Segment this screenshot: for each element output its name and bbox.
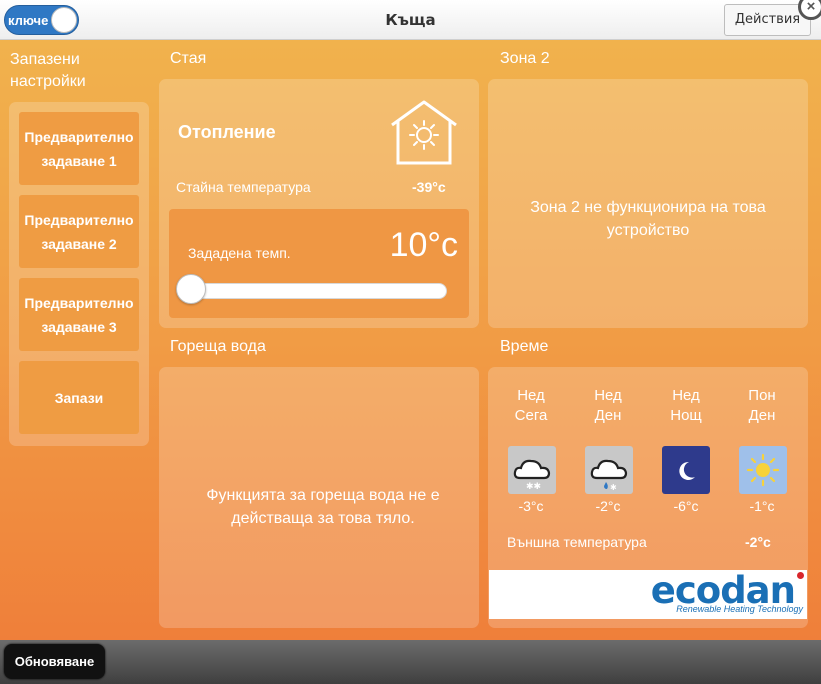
weather-period: Ден	[748, 407, 776, 424]
room-title: Стая	[170, 50, 207, 67]
setpoint-slider-handle[interactable]	[176, 274, 206, 304]
outside-temperature-label: Външна температура	[507, 534, 647, 550]
setpoint-label: Зададена темп.	[188, 245, 291, 261]
registered-mark-icon	[797, 572, 804, 579]
weather-day: Нед	[672, 387, 700, 404]
room-temperature-label: Стайна температура	[176, 179, 311, 195]
weather-column-2: Нед Ден	[577, 386, 639, 426]
cloud-snow-icon: ✱✱	[508, 446, 556, 494]
save-button[interactable]: Запази	[19, 361, 139, 434]
setpoint-box: Зададена темп. 10°c	[169, 209, 469, 318]
zone2-message: Зона 2 не функционира на това устройство	[530, 199, 766, 239]
weather-temp-2: -2°c	[595, 498, 621, 514]
weather-temp-1: -3°c	[518, 498, 544, 514]
cloud-sleet-icon: ✱	[585, 446, 633, 494]
weather-period: Сега	[514, 407, 548, 424]
hot-water-message: Функцията за гореща вода не е действаща …	[206, 487, 440, 527]
weather-column-3: Нед Нощ	[655, 386, 717, 426]
weather-day: Нед	[517, 387, 545, 404]
heating-label: Отопление	[178, 122, 276, 142]
weather-day: Нед	[594, 387, 622, 404]
brand-tagline: Renewable Heating Technology	[676, 604, 803, 614]
bottom-bar: Обновяване	[0, 640, 821, 684]
weather-column-4: Пон Ден	[731, 386, 793, 426]
page-title: Къща	[385, 11, 436, 29]
weather-temp-3: -6°c	[673, 498, 699, 514]
preset-2-button[interactable]: Предварително задаване 2	[19, 195, 139, 268]
hot-water-title: Гореща вода	[170, 338, 266, 355]
refresh-button[interactable]: Обновяване	[4, 644, 105, 679]
zone2-title: Зона 2	[500, 50, 550, 67]
setpoint-slider-track[interactable]	[183, 283, 447, 299]
outside-temperature-value: -2°c	[745, 534, 771, 550]
saved-settings-title: Запазени настройки	[10, 51, 86, 90]
weather-period: Ден	[594, 407, 622, 424]
sun-icon	[739, 446, 787, 494]
weather-column-1: Нед Сега	[500, 386, 562, 426]
main-panel: Запазени настройки Предварително задаван…	[0, 40, 821, 640]
weather-title: Време	[500, 338, 549, 355]
room-temperature-value: -39°c	[412, 179, 446, 195]
moon-icon	[662, 446, 710, 494]
setpoint-value: 10°c	[389, 226, 458, 264]
ecodan-logo: ecodan Renewable Heating Technology	[489, 569, 807, 619]
weather-day: Пон	[748, 387, 776, 404]
top-bar: ключе Къща Действия	[0, 0, 821, 40]
svg-text:✱✱: ✱✱	[526, 482, 541, 492]
weather-temp-4: -1°c	[749, 498, 775, 514]
weather-period: Нощ	[670, 407, 702, 424]
svg-text:✱: ✱	[610, 483, 617, 492]
preset-3-button[interactable]: Предварително задаване 3	[19, 278, 139, 351]
house-heating-icon	[391, 100, 457, 165]
preset-1-button[interactable]: Предварително задаване 1	[19, 112, 139, 185]
